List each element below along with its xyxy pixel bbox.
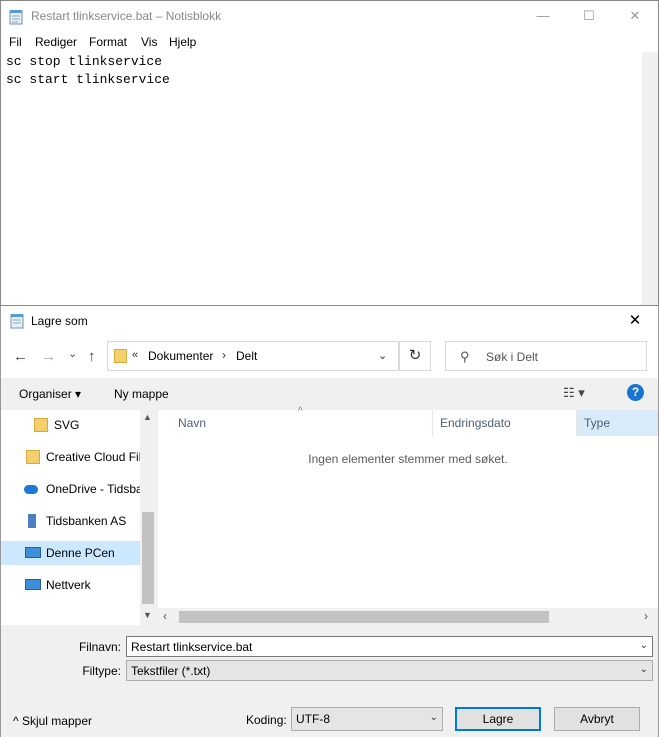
column-header-date[interactable]: Endringsdato <box>432 410 576 436</box>
refresh-button[interactable]: ↻ <box>399 341 431 371</box>
editor-line: sc start tlinkservice <box>6 72 170 87</box>
hide-folders-button[interactable]: ^ Skjul mapper <box>13 714 92 728</box>
save-as-dialog: Lagre som ✕ ← → ⌄ ↑ « Dokumenter › Delt … <box>0 306 659 737</box>
nav-item-onedrive[interactable]: OneDrive - Tidsba <box>1 477 141 501</box>
editor-line: sc stop tlinkservice <box>6 54 163 69</box>
menu-view[interactable]: Vis <box>141 35 157 49</box>
breadcrumb-separator-icon[interactable]: › <box>222 348 226 362</box>
cancel-button[interactable]: Avbryt <box>554 707 640 731</box>
notepad-icon <box>10 314 24 329</box>
encoding-select[interactable]: UTF-8 ⌄ <box>291 707 443 731</box>
navigation-scroll-thumb[interactable] <box>142 512 154 604</box>
menu-format[interactable]: Format <box>89 35 127 49</box>
nav-item-this-pc[interactable]: Denne PCen <box>1 541 141 565</box>
chevron-down-icon[interactable]: ⌄ <box>640 640 648 651</box>
menu-file[interactable]: Fil <box>9 35 22 49</box>
dialog-navbar: ← → ⌄ ↑ « Dokumenter › Delt ⌄ ↻ ⚲ Søk i … <box>1 336 658 378</box>
nav-item-label: Denne PCen <box>46 546 115 560</box>
filename-field[interactable]: Restart tlinkservice.bat ⌄ <box>126 636 653 657</box>
navigation-pane: SVG Creative Cloud Fil OneDrive - Tidsba… <box>1 410 156 625</box>
breadcrumb-delt[interactable]: Delt <box>236 349 257 363</box>
new-folder-button[interactable]: Ny mappe <box>114 387 169 401</box>
save-button[interactable]: Lagre <box>455 707 541 731</box>
notepad-editor[interactable]: sc stop tlinkservice sc start tlinkservi… <box>1 52 642 305</box>
creative-cloud-icon <box>26 450 40 464</box>
filetype-select[interactable]: Tekstfiler (*.txt) ⌄ <box>126 660 653 681</box>
organise-button[interactable]: Organiser ▾ <box>19 387 81 401</box>
encoding-value: UTF-8 <box>296 712 330 726</box>
notepad-title: Restart tlinkservice.bat – Notisblokk <box>31 9 222 23</box>
nav-item-label: Tidsbanken AS <box>46 514 127 528</box>
help-icon[interactable]: ? <box>627 384 644 401</box>
recent-locations-icon[interactable]: ⌄ <box>68 347 77 360</box>
maximize-button[interactable]: ☐ <box>566 1 612 31</box>
up-arrow-icon[interactable]: ↑ <box>88 348 96 365</box>
chevron-down-icon[interactable]: ⌄ <box>378 349 387 362</box>
nav-item-label: Creative Cloud Fil <box>46 450 141 464</box>
search-placeholder: Søk i Delt <box>486 350 539 364</box>
scroll-right-icon[interactable]: › <box>644 609 648 623</box>
folder-icon <box>114 349 127 363</box>
onedrive-icon <box>24 485 38 494</box>
folder-icon <box>34 418 48 432</box>
dialog-toolbar: Organiser ▾ Ny mappe ☷ ▾ ? <box>1 378 658 410</box>
sort-indicator-icon: ^ <box>298 406 303 417</box>
network-icon <box>25 579 41 590</box>
chevron-down-icon[interactable]: ⌄ <box>640 664 648 675</box>
dialog-close-button[interactable]: ✕ <box>612 306 658 336</box>
address-bar[interactable]: « Dokumenter › Delt ⌄ <box>107 341 399 371</box>
dialog-title: Lagre som <box>31 314 88 328</box>
dialog-titlebar[interactable]: Lagre som ✕ <box>1 306 658 336</box>
file-list: Navn ^ Endringsdato Type Ingen elementer… <box>158 406 658 625</box>
notepad-icon <box>9 10 23 25</box>
encoding-label: Koding: <box>246 713 287 727</box>
empty-message: Ingen elementer stemmer med søket. <box>308 452 508 466</box>
back-arrow-icon[interactable]: ← <box>13 348 28 365</box>
view-options-icon[interactable]: ☷ ▾ <box>563 385 585 401</box>
chevron-down-icon[interactable]: ⌄ <box>430 712 438 723</box>
building-icon <box>28 514 36 528</box>
overflow-chevron-icon[interactable]: « <box>132 349 138 361</box>
column-header-name[interactable]: Navn <box>158 410 432 436</box>
nav-item-tidsbanken[interactable]: Tidsbanken AS <box>1 509 141 533</box>
breadcrumb-dokumenter[interactable]: Dokumenter <box>148 349 213 363</box>
editor-scrollbar[interactable] <box>642 52 658 305</box>
file-list-hscrollbar[interactable]: ‹ › <box>158 608 658 625</box>
notepad-menubar: Fil Rediger Format Vis Hjelp <box>1 32 658 52</box>
search-icon: ⚲ <box>460 349 470 364</box>
nav-item-svg[interactable]: SVG <box>1 413 141 437</box>
nav-item-label: SVG <box>54 418 80 432</box>
filetype-value: Tekstfiler (*.txt) <box>131 664 211 678</box>
forward-arrow-icon[interactable]: → <box>41 348 56 365</box>
notepad-window: Restart tlinkservice.bat – Notisblokk — … <box>0 0 659 306</box>
scroll-down-icon[interactable]: ▼ <box>143 610 152 620</box>
column-header-type[interactable]: Type <box>576 410 658 436</box>
computer-icon <box>25 547 41 558</box>
menu-help[interactable]: Hjelp <box>169 35 196 49</box>
hscroll-thumb[interactable] <box>179 611 549 623</box>
notepad-titlebar[interactable]: Restart tlinkservice.bat – Notisblokk — … <box>1 1 658 32</box>
nav-item-creative-cloud[interactable]: Creative Cloud Fil <box>1 445 141 469</box>
filename-label: Filnavn: <box>78 640 121 654</box>
dialog-bottom-panel: Filnavn: Restart tlinkservice.bat ⌄ Filt… <box>1 625 658 737</box>
search-input[interactable]: ⚲ Søk i Delt <box>445 341 647 371</box>
filetype-label: Filtype: <box>82 664 121 678</box>
close-button[interactable]: ✕ <box>612 1 658 31</box>
nav-item-network[interactable]: Nettverk <box>1 573 141 597</box>
nav-item-label: OneDrive - Tidsba <box>46 482 141 496</box>
filename-value: Restart tlinkservice.bat <box>131 640 253 654</box>
scroll-left-icon[interactable]: ‹ <box>163 609 167 623</box>
minimize-button[interactable]: — <box>520 1 566 31</box>
scroll-up-icon[interactable]: ▲ <box>143 412 152 422</box>
nav-item-label: Nettverk <box>46 578 91 592</box>
menu-edit[interactable]: Rediger <box>35 35 77 49</box>
